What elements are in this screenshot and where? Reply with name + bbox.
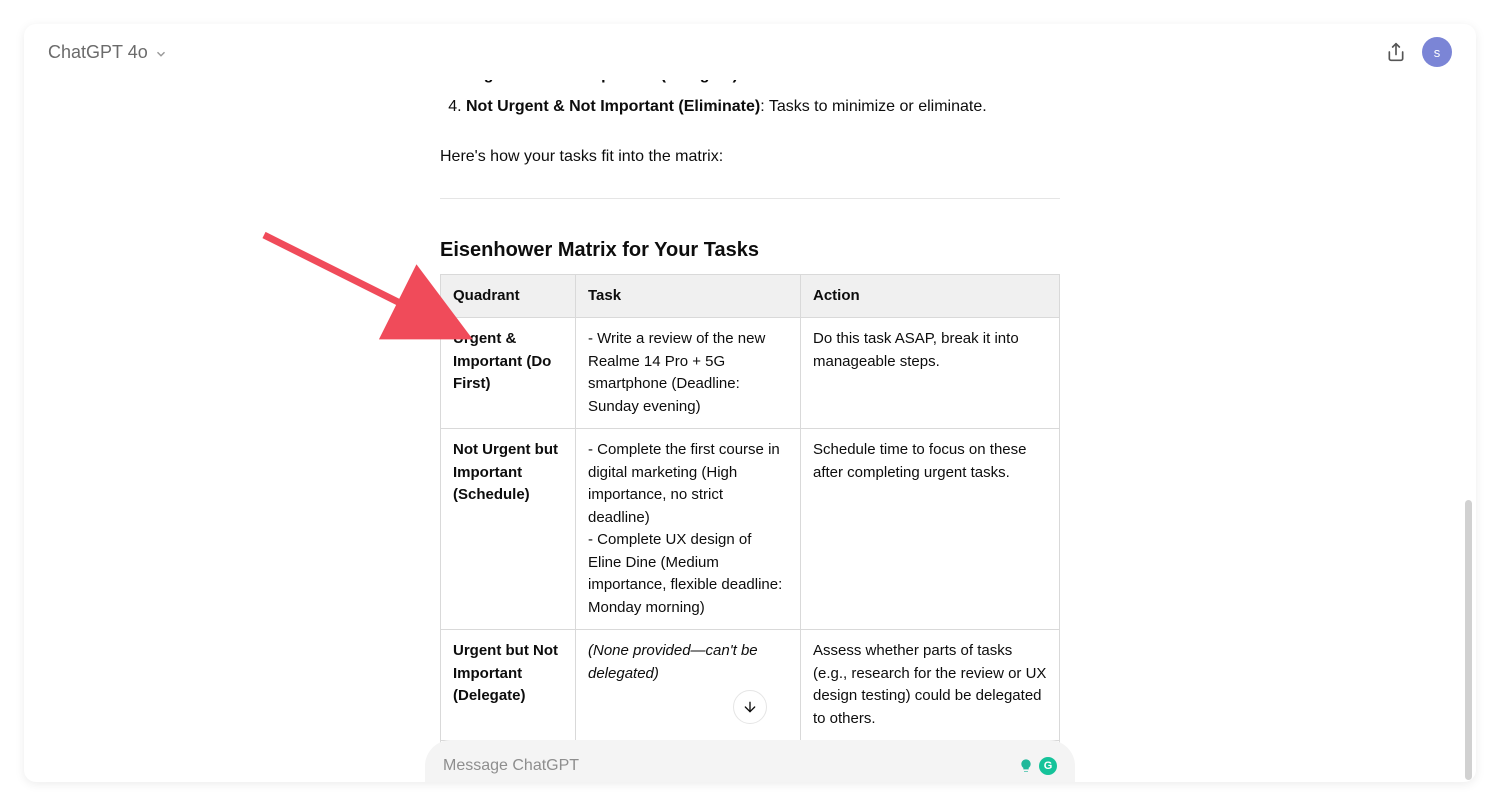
header: ChatGPT 4o s xyxy=(24,24,1476,80)
cell-task: - Write a review of the new Realme 14 Pr… xyxy=(576,318,801,429)
share-icon[interactable] xyxy=(1386,42,1406,62)
numbered-list: Not Urgent but Important (Schedule): Tas… xyxy=(440,80,1060,123)
grammarly-icon[interactable]: G xyxy=(1039,757,1057,775)
cell-quadrant: Not Urgent but Important (Schedule) xyxy=(441,429,576,630)
hint-icon[interactable] xyxy=(1018,758,1034,774)
composer: G xyxy=(425,740,1075,782)
cell-action: Do this task ASAP, break it into managea… xyxy=(801,318,1060,429)
scrollbar-thumb[interactable] xyxy=(1465,500,1472,780)
cell-quadrant: Urgent & Important (Do First) xyxy=(441,318,576,429)
col-quadrant: Quadrant xyxy=(441,274,576,318)
chevron-down-icon xyxy=(154,45,168,59)
table-header-row: Quadrant Task Action xyxy=(441,274,1060,318)
col-task: Task xyxy=(576,274,801,318)
table-row: Urgent but Not Important (Delegate)(None… xyxy=(441,630,1060,741)
composer-addons: G xyxy=(1018,757,1057,775)
table-row: Not Urgent but Important (Schedule)- Com… xyxy=(441,429,1060,630)
cell-action: Schedule time to focus on these after co… xyxy=(801,429,1060,630)
avatar[interactable]: s xyxy=(1422,37,1452,67)
divider xyxy=(440,198,1060,199)
intro-text: Here's how your tasks fit into the matri… xyxy=(440,143,1060,170)
message-input[interactable] xyxy=(443,757,1018,775)
cell-task: (None provided—can't be delegated) xyxy=(576,630,801,741)
model-name: ChatGPT 4o xyxy=(48,42,148,63)
message-content: Not Urgent but Important (Schedule): Tas… xyxy=(410,80,1090,782)
col-action: Action xyxy=(801,274,1060,318)
app-window: ChatGPT 4o s Not Urgent but Important xyxy=(24,24,1476,782)
cell-task: - Complete the first course in digital m… xyxy=(576,429,801,630)
model-selector[interactable]: ChatGPT 4o xyxy=(48,42,168,63)
header-actions: s xyxy=(1386,37,1452,67)
scrollbar[interactable] xyxy=(1465,80,1472,782)
section-heading: Eisenhower Matrix for Your Tasks xyxy=(440,239,1060,262)
avatar-initial: s xyxy=(1434,45,1441,60)
table-row: Urgent & Important (Do First)- Write a r… xyxy=(441,318,1060,429)
list-item-4: Not Urgent & Not Important (Eliminate): … xyxy=(466,92,1060,122)
list-item-3: Urgent but Not Important (Delegate): Tas… xyxy=(466,80,1060,90)
conversation-area[interactable]: Not Urgent but Important (Schedule): Tas… xyxy=(24,80,1476,782)
scroll-to-bottom-button[interactable] xyxy=(733,690,767,724)
arrow-down-icon xyxy=(742,699,758,715)
cell-action: Assess whether parts of tasks (e.g., res… xyxy=(801,630,1060,741)
cell-quadrant: Urgent but Not Important (Delegate) xyxy=(441,630,576,741)
